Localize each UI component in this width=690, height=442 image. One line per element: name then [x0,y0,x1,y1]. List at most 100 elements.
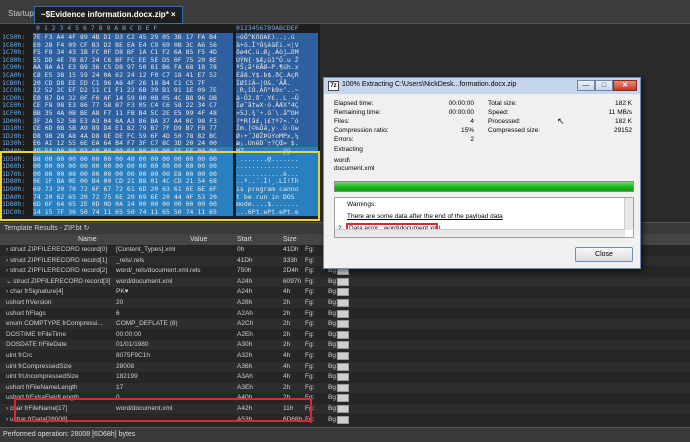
row-name: enum COMPTYPE frCompressi... [6,320,103,328]
row-name: ushort frFileNameLength [6,383,78,391]
table-row[interactable]: ⌄ struct ZIPFILERECORD record[3] word/doc… [0,276,690,287]
column-start[interactable]: Start [237,234,252,245]
row-fg: Fg: [305,330,315,338]
row-name: › uchar frData[28008] [6,415,68,423]
status-bar: Performed operation: 28008 [6D68h] bytes [0,427,690,442]
ratio-value: 15% [460,127,474,134]
bg-color-swatch[interactable] [337,341,349,350]
row-fg: Fg: [305,246,315,253]
tab-evidence-zip[interactable]: ~$Evidence information.docx.zip* × [34,6,183,24]
row-fg: Fg: [305,288,315,296]
row-size: 4h [283,362,291,370]
row-name: › char frFileName[17] [6,405,68,412]
row-fg: Fg: [305,309,315,317]
bg-color-swatch[interactable] [337,309,349,318]
row-value: word/document.xml [116,405,173,412]
row-start: A53h [237,415,253,423]
row-size: 2h [283,309,291,317]
bg-color-swatch[interactable] [337,277,349,286]
row-size: 6D68h [283,415,303,423]
row-size: 2h [283,330,291,338]
elapsed-value: 00:00:00 [448,100,474,107]
total-size-value: 182 K [615,100,632,107]
table-row[interactable]: ushort frFlags 6 A2Ah 2h Fg: Bg: [0,309,690,319]
row-size: 2h [283,299,291,306]
row-start: A40h [237,394,253,402]
row-value: 00:00:00 [116,330,142,338]
column-size[interactable]: Size [283,234,297,245]
row-fg: Fg: [305,383,315,391]
column-value[interactable]: Value [190,234,207,245]
hex-header: 0 1 2 3 4 5 6 7 8 9 A B C D E F 01234567… [0,24,320,33]
row-size: 4h [283,288,291,296]
row-size: 4h [283,352,291,359]
extracting-path-file: document.xml [334,165,375,172]
bg-color-swatch[interactable] [337,299,349,307]
row-name: › struct ZIPFILERECORD record[1] [6,256,108,264]
maximize-button[interactable]: □ [595,80,613,91]
table-row[interactable]: › uchar frData[28008] A53h 6D68h Fg: Bg: [0,415,690,425]
column-name[interactable]: Name [78,234,97,245]
table-row[interactable]: uint frCrc 8075F9C1h A32h 4h Fg: Bg: [0,351,690,361]
table-row[interactable]: DOSTIME frFileTime 00:00:00 A2Eh 2h Fg: Bg: [0,330,690,340]
row-fg: Fg: [305,299,315,306]
row-value: _rels/.rels [116,256,145,264]
close-button[interactable]: Close [575,247,633,262]
errors-value: 2 [470,136,474,143]
row-size: 2D4h [283,267,299,275]
close-window-button[interactable]: ✕ [613,80,637,91]
bg-color-swatch[interactable] [337,362,349,371]
row-name: ⌄ struct ZIPFILERECORD record[3] [6,277,111,285]
hex-row-bytes[interactable]: 14 15 7F 36 50 74 11 65 50 74 11 65 50 7… [33,207,233,216]
table-row[interactable]: enum COMPTYPE frCompressi... COMP_DEFLATE… [0,319,690,330]
bg-color-swatch[interactable] [337,320,349,329]
row-fg: Fg: [305,267,315,275]
table-row[interactable]: ushort frExtraFieldLength 0 A40h 2h Fg: Bg: [0,393,690,403]
row-name: uint frCompressedSize [6,362,72,370]
hex-editor[interactable]: 0 1 2 3 4 5 6 7 8 9 A B C D E F 01234567… [0,24,320,222]
errors-label: Errors: [334,136,354,143]
table-row[interactable]: › char frFileName[17] word/document.xml A4… [0,404,690,414]
app-icon: 7z [328,81,339,91]
row-name: uint frUncompressedSize [6,373,79,381]
bg-color-swatch[interactable] [337,405,349,413]
table-row[interactable]: ushort frVersion 20 A28h 2h Fg: Bg: [0,298,690,308]
messages-box[interactable]: Warnings: There are some data after the … [334,197,634,238]
row-size: 11h [283,405,294,412]
bg-color-swatch[interactable] [337,352,349,360]
table-row[interactable]: DOSDATE frFileDate 01/01/1980 A30h 2h Fg: Bg: [0,340,690,351]
row-value: COMP_DEFLATE (8) [116,320,178,328]
dialog-titlebar[interactable]: 7z 100% Extracting C:\Users\NickDesk...f… [324,78,640,94]
messages-hscroll[interactable] [335,229,625,237]
bg-color-swatch[interactable] [337,394,349,403]
bg-color-swatch[interactable] [337,288,349,297]
table-row[interactable]: › char frSignature[4] PK♥ A24h 4h Fg: Bg: [0,287,690,297]
bg-color-swatch[interactable] [337,330,349,339]
hex-row-ascii[interactable]: ...6Pt.ePt.ePt.e [236,207,318,216]
minimize-button[interactable]: — [577,80,595,91]
bg-color-swatch[interactable] [337,415,349,424]
row-value: PK♥ [116,288,129,296]
row-name: DOSTIME frFileTime [6,330,67,338]
row-size: 2h [283,320,291,328]
speed-value: 11 MB/s [608,109,632,116]
row-start: A2Ch [237,320,254,328]
row-fg: Fg: [305,373,315,381]
row-value: 28008 [116,362,135,370]
table-row[interactable]: uint frCompressedSize 28008 A36h 4h Fg: Bg: [0,361,690,372]
row-start: 750h [237,267,252,275]
row-start: 41Dh [237,256,253,264]
elapsed-label: Elapsed time: [334,100,374,107]
row-start: A42h [237,405,253,412]
messages-vscroll[interactable] [624,198,633,230]
row-fg: Fg: [305,405,315,412]
table-row[interactable]: uint frUncompressedSize 182199 A3Ah 4h Fg: Bg… [0,372,690,382]
bg-color-swatch[interactable] [337,383,349,392]
hex-row[interactable]: 1DC0h: 14 15 7F 36 50 74 11 65 50 74 11 6… [0,207,320,217]
table-row[interactable]: ushort frFileNameLength 17 A3Eh 2h Fg: Bg: [0,382,690,393]
bg-color-swatch[interactable] [337,373,349,382]
row-fg: Fg: [305,341,315,349]
extraction-dialog: 7z 100% Extracting C:\Users\NickDesk...f… [323,77,641,269]
row-fg: Fg: [305,277,315,285]
row-value: 01/01/1980 [116,341,149,349]
